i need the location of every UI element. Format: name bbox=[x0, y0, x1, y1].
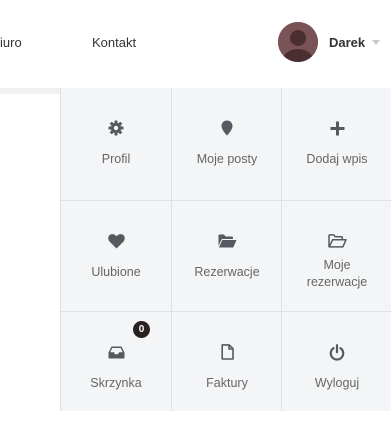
menu-item-label: Dodaj wpis bbox=[306, 152, 368, 166]
file-icon bbox=[172, 341, 282, 363]
folder-open-outline-icon bbox=[282, 230, 391, 252]
menu-item-ulubione[interactable]: Ulubione bbox=[61, 201, 171, 312]
menu-item-label: Wyloguj bbox=[314, 376, 360, 390]
plus-icon bbox=[282, 117, 391, 139]
menu-item-faktury[interactable]: Faktury bbox=[172, 312, 282, 423]
nav-link-kontakt[interactable]: Kontakt bbox=[92, 35, 136, 50]
menu-item-label: Profil bbox=[101, 152, 131, 166]
nav-link-biuro[interactable]: iuro bbox=[0, 35, 22, 50]
menu-item-label: Moje rezerwacje bbox=[306, 258, 368, 289]
menu-item-wyloguj[interactable]: Wyloguj bbox=[282, 312, 391, 423]
menu-item-label: Rezerwacje bbox=[194, 265, 260, 279]
menu-item-moje-rezerwacje[interactable]: Moje rezerwacje bbox=[282, 201, 391, 312]
menu-item-rezerwacje[interactable]: Rezerwacje bbox=[172, 201, 282, 312]
menu-item-label: Ulubione bbox=[91, 265, 141, 279]
top-navbar: iuro Kontakt Darek bbox=[0, 0, 391, 88]
menu-item-label: Skrzynka bbox=[90, 376, 142, 390]
user-menu-toggle[interactable]: Darek bbox=[278, 22, 381, 62]
menu-item-dodaj-wpis[interactable]: Dodaj wpis bbox=[282, 88, 391, 199]
user-name[interactable]: Darek bbox=[329, 35, 365, 50]
menu-item-skrzynka[interactable]: 0 Skrzynka bbox=[61, 312, 171, 423]
folder-open-filled-icon bbox=[172, 230, 282, 252]
gear-icon bbox=[61, 117, 171, 139]
inbox-icon bbox=[61, 341, 171, 363]
menu-item-label: Moje posty bbox=[196, 152, 258, 166]
menu-item-label: Faktury bbox=[206, 376, 248, 390]
user-dropdown-panel: Profil Moje posty Dodaj wpis Ulubione Re… bbox=[60, 88, 391, 411]
notification-badge: 0 bbox=[133, 321, 150, 338]
menu-item-moje-posty[interactable]: Moje posty bbox=[172, 88, 282, 199]
menu-item-profil[interactable]: Profil bbox=[61, 88, 171, 199]
map-pin-icon bbox=[172, 117, 282, 139]
avatar[interactable] bbox=[278, 22, 318, 62]
power-icon bbox=[282, 341, 391, 363]
page-content-strip bbox=[0, 88, 60, 94]
chevron-down-icon[interactable] bbox=[372, 39, 381, 45]
heart-icon bbox=[61, 230, 171, 252]
